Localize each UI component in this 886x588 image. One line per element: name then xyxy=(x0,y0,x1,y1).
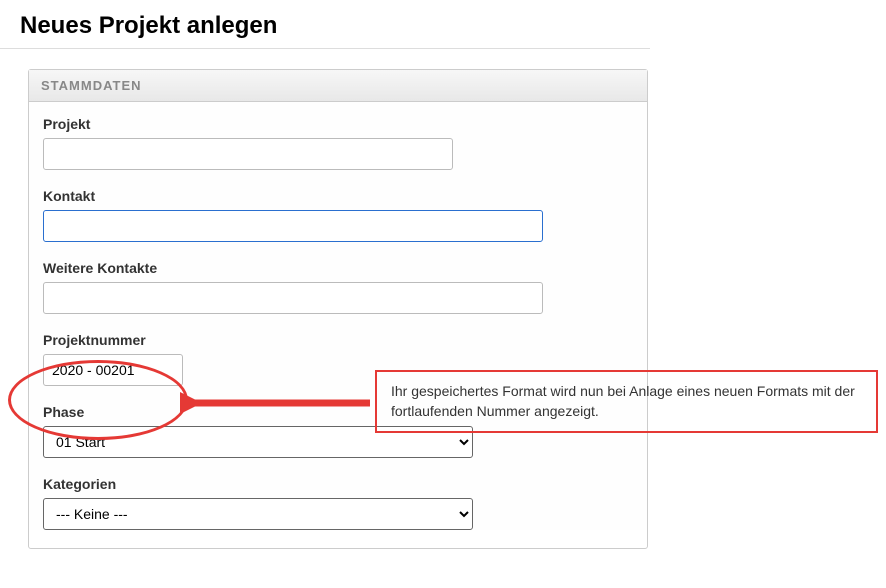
title-divider xyxy=(0,48,650,49)
field-projekt: Projekt xyxy=(43,116,633,170)
page-title: Neues Projekt anlegen xyxy=(0,0,886,48)
kontakt-label: Kontakt xyxy=(43,188,633,204)
annotation-text: Ihr gespeichertes Format wird nun bei An… xyxy=(391,383,855,419)
kategorien-label: Kategorien xyxy=(43,476,633,492)
weitere-kontakte-label: Weitere Kontakte xyxy=(43,260,633,276)
projektnummer-label: Projektnummer xyxy=(43,332,633,348)
projekt-label: Projekt xyxy=(43,116,633,132)
panel-body: Projekt Kontakt Weitere Kontakte Projekt… xyxy=(29,102,647,530)
projektnummer-input[interactable] xyxy=(43,354,183,386)
field-kategorien: Kategorien --- Keine --- xyxy=(43,476,633,530)
field-kontakt: Kontakt xyxy=(43,188,633,242)
weitere-kontakte-input[interactable] xyxy=(43,282,543,314)
stammdaten-panel: STAMMDATEN Projekt Kontakt Weitere Konta… xyxy=(28,69,648,549)
kontakt-input[interactable] xyxy=(43,210,543,242)
annotation-box: Ihr gespeichertes Format wird nun bei An… xyxy=(375,370,878,433)
kategorien-select[interactable]: --- Keine --- xyxy=(43,498,473,530)
projekt-input[interactable] xyxy=(43,138,453,170)
panel-header: STAMMDATEN xyxy=(29,70,647,102)
field-weitere-kontakte: Weitere Kontakte xyxy=(43,260,633,314)
